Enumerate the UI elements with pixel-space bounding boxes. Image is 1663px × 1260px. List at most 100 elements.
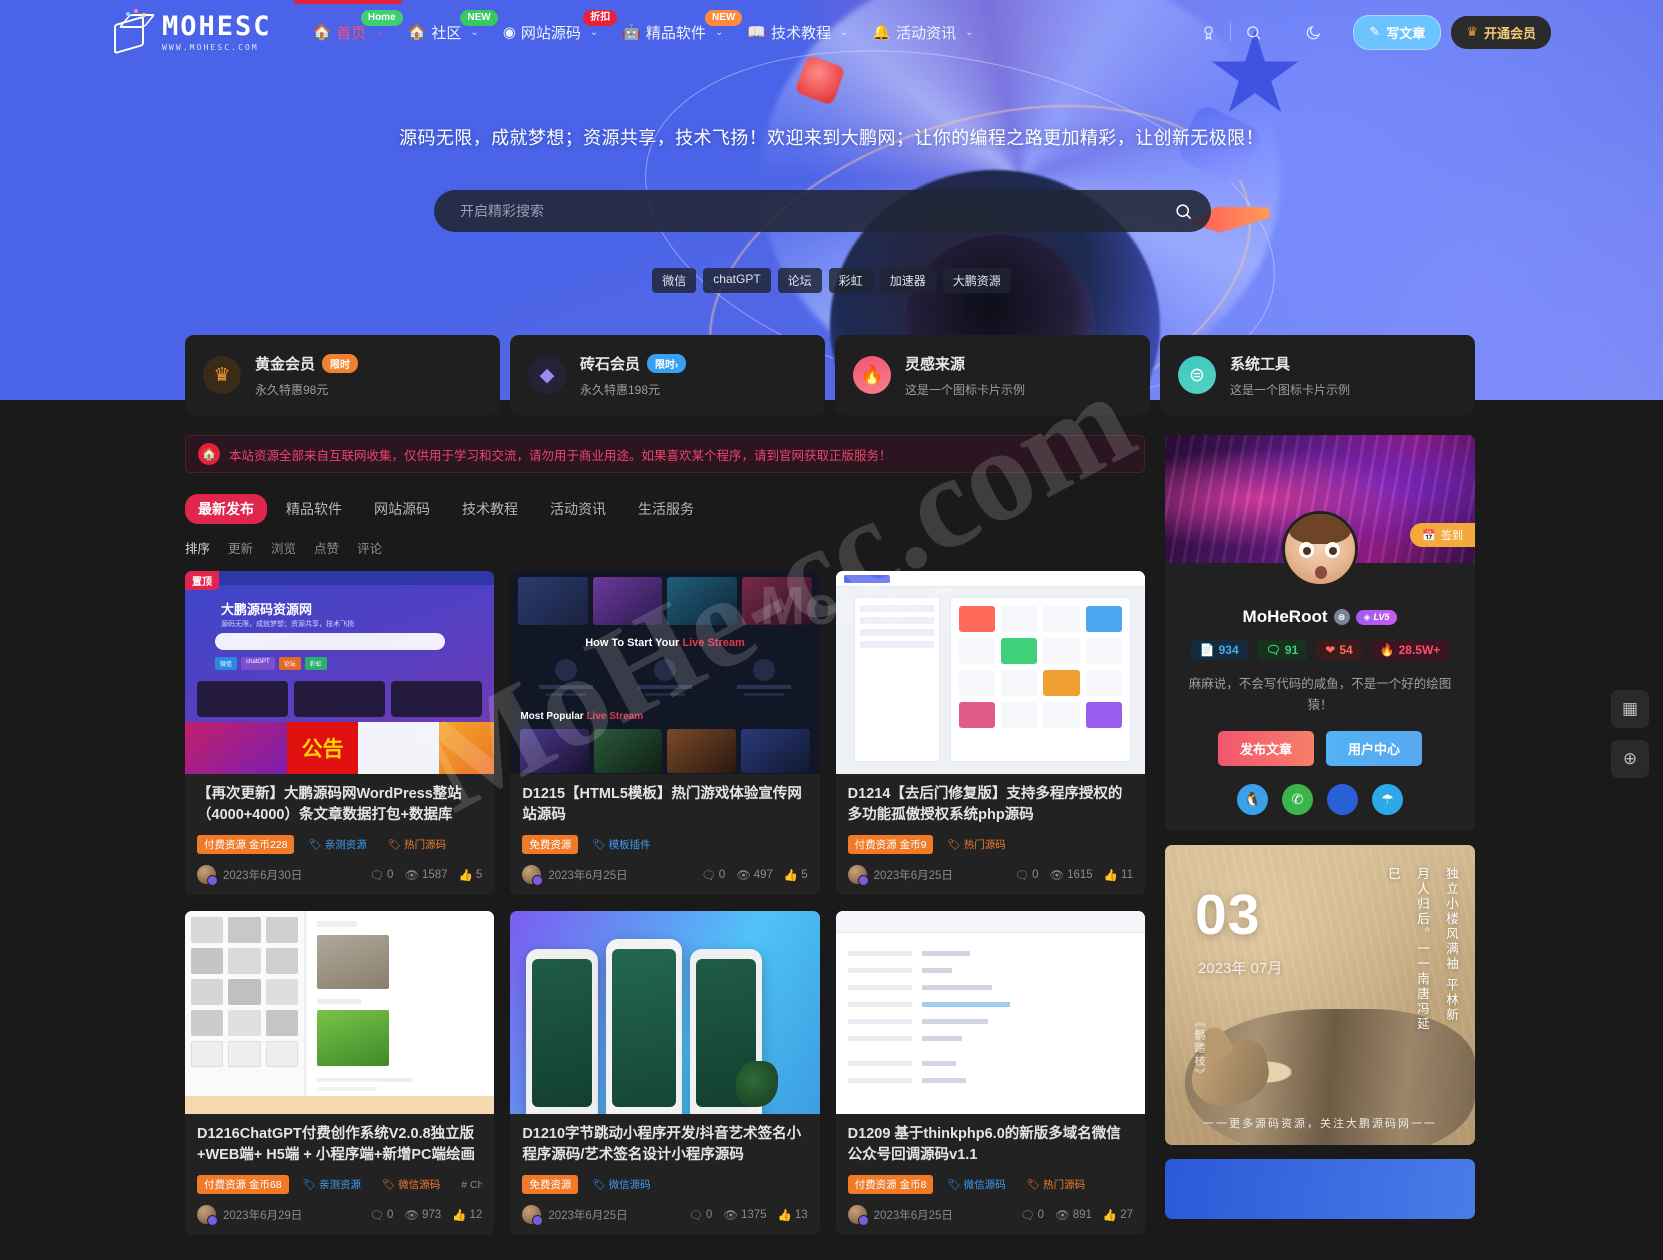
chevron-down-icon[interactable]: ⌄ <box>715 27 723 38</box>
sidebar-banner[interactable] <box>1165 1159 1475 1220</box>
category-tab-software[interactable]: 精品软件 <box>273 494 355 524</box>
feature-card-inspiration[interactable]: 🔥 灵感来源 这是一个图标卡片示例 <box>835 335 1150 415</box>
table-row[interactable]: D1210字节跳动小程序开发/抖音艺术签名小程序源码/艺术签名设计小程序源码 免… <box>510 911 820 1236</box>
wechat-icon[interactable]: ✆ <box>1282 784 1313 816</box>
card-title[interactable]: D1216ChatGPT付费创作系统V2.0.8独立版+WEB端+ H5端 + … <box>197 1124 482 1166</box>
crown-icon: ♛ <box>203 356 241 394</box>
stat-popularity: 🔥 28.5W+ <box>1370 640 1450 660</box>
avatar[interactable] <box>1282 511 1358 587</box>
qq-icon[interactable]: 🐧 <box>1237 784 1268 816</box>
tag-paid-resource[interactable]: 付费资源 金币8 <box>847 1175 934 1195</box>
search-input[interactable] <box>434 203 1155 219</box>
hot-tag[interactable]: 微信 <box>652 268 697 293</box>
nav-item-news[interactable]: 🔔 活动资讯 ⌄ <box>861 14 984 51</box>
bell-icon: 🔔 <box>872 23 892 41</box>
tag-tested-resource[interactable]: 🏷 亲测资源 <box>296 1175 368 1194</box>
table-row[interactable]: D1214【去后门修复版】支持多程序授权的多功能孤傲授权系统php源码 付费资源… <box>835 571 1145 896</box>
chevron-down-icon[interactable]: ⌄ <box>590 27 598 38</box>
tag-tested-resource[interactable]: 🏷 亲测资源 <box>301 835 373 854</box>
card-title[interactable]: D1210字节跳动小程序开发/抖音艺术签名小程序源码/艺术签名设计小程序源码 <box>522 1124 807 1166</box>
nav-item-home[interactable]: 🏠 首页 Home ⌄ <box>302 9 403 51</box>
search-submit-button[interactable] <box>1155 190 1211 232</box>
tag-wechat-source[interactable]: 🏷 微信源码 <box>585 1175 657 1194</box>
sort-option-updated[interactable]: 更新 <box>228 538 253 557</box>
daily-poem-card[interactable]: 03 2023年 07月 巳 月人归后。一一南唐冯延 独立小楼风满袖 平林新 《… <box>1165 845 1475 1146</box>
card-thumbnail[interactable] <box>835 571 1145 774</box>
baidu-icon[interactable]: 🐾 <box>1327 784 1358 816</box>
feature-card-gold-member[interactable]: ♛ 黄金会员 限时 永久特惠98元 <box>185 335 500 415</box>
feature-card-diamond-member[interactable]: ◆ 砖石会员 限时› 永久特惠198元 <box>510 335 825 415</box>
medal-icon[interactable] <box>1186 10 1230 54</box>
nav-item-community[interactable]: 🏠 社区 NEW ⌄ <box>397 9 498 51</box>
nav-active-tab-marker <box>293 0 403 4</box>
sign-in-button[interactable]: 📅 签到 <box>1410 523 1475 547</box>
card-title[interactable]: D1214【去后门修复版】支持多程序授权的多功能孤傲授权系统php源码 <box>848 784 1133 826</box>
add-icon[interactable]: ⊕ <box>1611 740 1649 778</box>
hot-tag[interactable]: 大鹏资源 <box>942 268 1011 293</box>
sort-option-views[interactable]: 浏览 <box>271 538 296 557</box>
qrcode-icon[interactable]: ▦ <box>1611 690 1649 728</box>
table-row[interactable]: How To Start Your Live Stream Most Popul… <box>510 571 820 896</box>
publish-article-button[interactable]: 发布文章 <box>1217 731 1314 767</box>
sort-option-likes[interactable]: 点赞 <box>314 538 339 557</box>
card-thumbnail[interactable] <box>835 911 1145 1115</box>
card-thumbnail[interactable]: 大鹏源码资源网 源码无限，成就梦想；资源共享，技术飞扬 微信 chatGPT 论… <box>185 571 495 774</box>
category-tab-website-source[interactable]: 网站源码 <box>361 494 443 524</box>
feature-subtitle: 这是一个图标卡片示例 <box>905 382 1026 397</box>
tag-wechat-source[interactable]: 🏷 微信源码 <box>375 1175 447 1194</box>
card-title[interactable]: 【再次更新】大鹏源码网WordPress整站（4000+4000）条文章数据打包… <box>197 784 482 826</box>
category-tab-tutorials[interactable]: 技术教程 <box>449 494 531 524</box>
weibo-icon[interactable]: ☂ <box>1372 784 1403 816</box>
comment-count: 🗨 0 <box>369 1208 394 1222</box>
tag-hashtag[interactable]: # ChatG <box>454 1177 482 1193</box>
hot-tag[interactable]: 彩虹 <box>828 268 873 293</box>
category-tab-latest[interactable]: 最新发布 <box>185 494 267 524</box>
hero-search-box[interactable] <box>434 190 1211 232</box>
nav-item-website-source[interactable]: ◉ 网站源码 折扣 ⌄ <box>492 9 618 51</box>
chevron-down-icon[interactable]: ⌄ <box>965 27 973 38</box>
become-member-button[interactable]: ♛ 开通会员 <box>1451 15 1551 49</box>
tag-template-plugin[interactable]: 🏷 模板插件 <box>585 835 657 854</box>
tag-hot-source[interactable]: 🏷 热门源码 <box>940 835 1012 854</box>
write-article-button[interactable]: ✎ 写文章 <box>1353 14 1442 50</box>
tag-free-resource[interactable]: 免费资源 <box>522 1175 579 1195</box>
tag-free-resource[interactable]: 免费资源 <box>522 835 579 855</box>
table-row[interactable]: D1216ChatGPT付费创作系统V2.0.8独立版+WEB端+ H5端 + … <box>185 911 495 1236</box>
chevron-down-icon[interactable]: ⌄ <box>375 27 383 38</box>
hot-tag[interactable]: chatGPT <box>703 268 771 293</box>
card-thumbnail[interactable]: How To Start Your Live Stream Most Popul… <box>510 571 820 774</box>
dark-mode-icon[interactable] <box>1291 10 1335 54</box>
tag-hot-source[interactable]: 🏷 热门源码 <box>381 835 453 854</box>
user-bio: 麻麻说，不会写代码的咸鱼，不是一个好的绘图猿！ <box>1188 677 1452 712</box>
tag-wechat-source[interactable]: 🏷 微信源码 <box>940 1175 1012 1194</box>
sort-option-comments[interactable]: 评论 <box>357 538 382 557</box>
like-count: 👍 12 <box>452 1208 483 1222</box>
tag-paid-resource[interactable]: 付费资源 金币228 <box>197 835 295 855</box>
hot-tag[interactable]: 论坛 <box>777 268 822 293</box>
table-row[interactable]: 大鹏源码资源网 源码无限，成就梦想；资源共享，技术飞扬 微信 chatGPT 论… <box>185 571 495 896</box>
search-icon[interactable] <box>1231 10 1275 54</box>
nav-right-actions: ✎ 写文章 ♛ 开通会员 <box>1186 10 1551 54</box>
shield-icon: ◈ <box>1363 611 1371 622</box>
tag-paid-resource[interactable]: 付费资源 金币9 <box>847 835 934 855</box>
chevron-down-icon[interactable]: ⌄ <box>840 27 848 38</box>
table-row[interactable]: D1209 基于thinkphp6.0的新版多域名微信公众号回调源码v1.1 付… <box>835 911 1145 1236</box>
nav-item-tutorials[interactable]: 📖 技术教程 ⌄ <box>736 14 859 51</box>
card-thumbnail[interactable] <box>185 911 495 1115</box>
profile-name-row: MoHeRoot ⊜ ◈ LV5 <box>1179 607 1461 627</box>
tag-paid-resource[interactable]: 付费资源 金币68 <box>197 1175 289 1195</box>
nav-item-software[interactable]: 🤖 精品软件 NEW ⌄ <box>611 9 743 51</box>
hot-tag[interactable]: 加速器 <box>879 268 936 293</box>
card-thumbnail[interactable] <box>510 911 820 1115</box>
category-tab-life-services[interactable]: 生活服务 <box>625 494 707 524</box>
tag-hot-source[interactable]: 🏷 热门源码 <box>1020 1175 1092 1194</box>
poem-year-month: 2023年 07月 <box>1198 960 1283 978</box>
site-logo[interactable]: MOHESC WWW.MOHESC.COM <box>112 9 272 55</box>
card-title[interactable]: D1209 基于thinkphp6.0的新版多域名微信公众号回调源码v1.1 <box>848 1124 1133 1166</box>
chevron-down-icon[interactable]: ⌄ <box>470 27 478 38</box>
card-title[interactable]: D1215【HTML5模板】热门游戏体验宣传网站源码 <box>522 784 807 826</box>
feature-card-system-tools[interactable]: ⊜ 系统工具 这是一个图标卡片示例 <box>1160 335 1475 415</box>
user-center-button[interactable]: 用户中心 <box>1326 731 1423 767</box>
category-tab-news[interactable]: 活动资讯 <box>537 494 619 524</box>
sort-option-default[interactable]: 排序 <box>185 538 210 557</box>
